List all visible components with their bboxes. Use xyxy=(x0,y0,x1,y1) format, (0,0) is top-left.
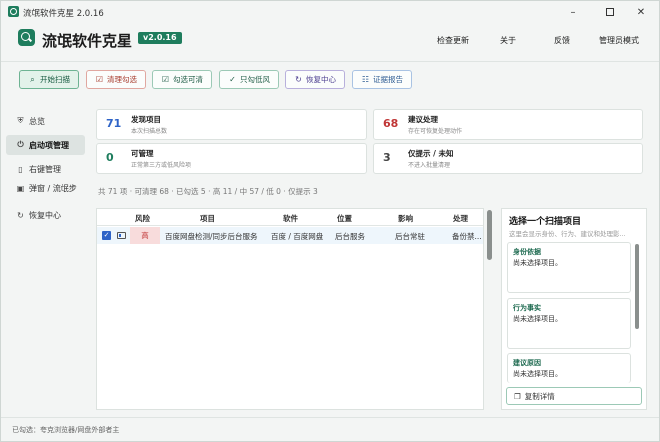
row-impact: 后台常驻 xyxy=(395,232,425,241)
detail-title: 选择一个扫描项目 xyxy=(509,217,582,227)
shield-icon: ⛨ xyxy=(17,116,24,125)
column-header-impact[interactable]: 影响 xyxy=(398,213,413,224)
service-icon xyxy=(117,232,126,239)
header-divider xyxy=(1,61,659,62)
row-location: 后台服务 xyxy=(335,232,365,241)
version-badge: v2.0.16 xyxy=(138,32,182,44)
sidebar: ⛨ 总览 ⏻ 启动项管理 ▯ 右键管理 ▣ 弹窗 / 流氓步 ↻ 恢复中心 xyxy=(1,98,88,415)
detail-panel: 选择一个扫描项目 这里会显示身份、行为、建议和处理影... 身份依据 尚未选择项… xyxy=(501,208,647,410)
logo-icon xyxy=(18,29,35,46)
check-circle-icon: ✓ xyxy=(229,75,236,84)
stat-title: 仅提示 / 未知 xyxy=(408,149,454,158)
row-software: 百度 / 百度网盘 xyxy=(271,232,324,241)
close-button[interactable]: ✕ xyxy=(631,4,651,20)
scan-results-table: 风险 项目 软件 位置 影响 处理 ✓ 高 百度网盘检测/同步后台服务 百度 /… xyxy=(96,208,484,410)
report-icon: ☷ xyxy=(361,75,370,84)
stat-subtitle: 存在可恢复处理动作 xyxy=(408,128,463,135)
detail-subtitle: 这里会显示身份、行为、建议和处理影... xyxy=(509,230,626,238)
sidebar-item-context-menu[interactable]: ▯ 右键管理 xyxy=(6,159,85,179)
start-scan-button[interactable]: ⌕ 开始扫描 xyxy=(19,70,79,89)
stat-title: 建议处理 xyxy=(408,115,438,124)
table-row[interactable]: ✓ 高 百度网盘检测/同步后台服务 百度 / 百度网盘 后台服务 后台常驻 备份… xyxy=(97,227,483,244)
stat-card-suggested: 68 建议处理 存在可恢复处理动作 xyxy=(373,109,643,140)
restore-icon: ↻ xyxy=(17,210,24,220)
restore-icon: ↻ xyxy=(295,75,302,84)
detail-scrollbar[interactable] xyxy=(635,244,639,329)
row-action: 备份禁... xyxy=(452,232,482,241)
stat-card-unknown: 3 仅提示 / 未知 不进入批量清理 xyxy=(373,143,643,174)
evidence-report-button[interactable]: ☷ 证据报告 xyxy=(352,70,412,89)
minimize-button[interactable]: – xyxy=(563,4,583,20)
stat-subtitle: 本次扫描总数 xyxy=(131,128,168,135)
stat-number: 3 xyxy=(383,151,391,164)
table-scrollbar[interactable] xyxy=(487,210,492,260)
feedback-link[interactable]: 反馈 xyxy=(554,35,570,46)
column-header-action[interactable]: 处理 xyxy=(453,213,468,224)
app-icon xyxy=(8,6,19,17)
checkbox-icon: ☑ xyxy=(95,75,104,84)
minimize-icon: – xyxy=(570,6,576,18)
stat-card-found: 71 发现项目 本次扫描总数 xyxy=(96,109,367,140)
maximize-icon xyxy=(606,8,614,16)
scan-icon: ⌕ xyxy=(30,74,35,84)
app-title: 流氓软件克星 xyxy=(42,32,133,50)
popup-window-icon: ▣ xyxy=(16,183,25,193)
stat-title: 可管理 xyxy=(131,149,154,158)
risk-badge: 高 xyxy=(130,227,160,244)
stat-subtitle: 不进入批量清理 xyxy=(408,162,451,169)
row-item: 百度网盘检测/同步后台服务 xyxy=(165,232,258,241)
power-icon: ⏻ xyxy=(17,140,24,149)
stat-subtitle: 正常第三方或低风险项 xyxy=(131,162,192,169)
status-text: 已勾选：夸克浏览器/网盘外部者主 xyxy=(12,426,120,434)
status-bar: 已勾选：夸克浏览器/网盘外部者主 xyxy=(1,417,659,441)
copy-icon: ❐ xyxy=(514,391,521,401)
recovery-center-button[interactable]: ↻ 恢复中心 xyxy=(285,70,345,89)
app-header: 流氓软件克星 v2.0.16 检查更新 关于 反馈 管理员模式 xyxy=(1,23,659,61)
window-title: 流氓软件克星 2.0.16 xyxy=(23,9,104,19)
sidebar-item-popups[interactable]: ▣ 弹窗 / 流氓步 xyxy=(6,178,85,198)
sidebar-item-startup[interactable]: ⏻ 启动项管理 xyxy=(6,135,85,155)
stat-number: 68 xyxy=(383,117,399,130)
about-link[interactable]: 关于 xyxy=(500,35,516,46)
detail-section-behavior: 行为事实 尚未选择项目。 xyxy=(507,298,631,349)
check-update-link[interactable]: 检查更新 xyxy=(437,35,469,46)
sidebar-item-recovery[interactable]: ↻ 恢复中心 xyxy=(6,205,85,225)
detail-section-identity: 身份依据 尚未选择项目。 xyxy=(507,242,631,293)
column-header-software[interactable]: 软件 xyxy=(283,213,298,224)
select-low-risk-button[interactable]: ✓ 只勾低风 xyxy=(219,70,279,89)
admin-mode-link[interactable]: 管理员模式 xyxy=(599,35,639,46)
app-window: 流氓软件克星 2.0.16 – ✕ 流氓软件克星 v2.0.16 检查更新 关于… xyxy=(0,0,660,442)
row-checkbox[interactable]: ✓ xyxy=(102,231,111,240)
sidebar-item-overview[interactable]: ⛨ 总览 xyxy=(6,111,85,131)
document-icon: ▯ xyxy=(18,164,23,174)
column-header-item[interactable]: 项目 xyxy=(200,213,215,224)
column-header-location[interactable]: 位置 xyxy=(337,213,352,224)
close-icon: ✕ xyxy=(636,6,646,18)
detail-section-reason: 建议原因 尚未选择项目。 xyxy=(507,353,631,383)
stat-title: 发现项目 xyxy=(131,115,161,124)
copy-details-button[interactable]: ❐ 复制详情 xyxy=(506,387,642,405)
stat-number: 71 xyxy=(106,117,122,130)
check-icon: ☑ xyxy=(161,75,170,84)
column-header-risk[interactable]: 风险 xyxy=(135,213,150,224)
maximize-button[interactable] xyxy=(600,4,620,20)
scan-summary: 共 71 项 · 可清理 68 · 已勾选 5 · 高 11 / 中 57 / … xyxy=(98,187,318,196)
table-header: 风险 项目 软件 位置 影响 处理 xyxy=(97,209,483,226)
stat-card-manageable: 0 可管理 正常第三方或低风险项 xyxy=(96,143,367,174)
title-bar: 流氓软件克星 2.0.16 – ✕ xyxy=(1,1,659,23)
clean-selected-button[interactable]: ☑ 清理勾选 xyxy=(86,70,146,89)
stat-number: 0 xyxy=(106,151,114,164)
select-cleanable-button[interactable]: ☑ 勾选可清 xyxy=(152,70,212,89)
